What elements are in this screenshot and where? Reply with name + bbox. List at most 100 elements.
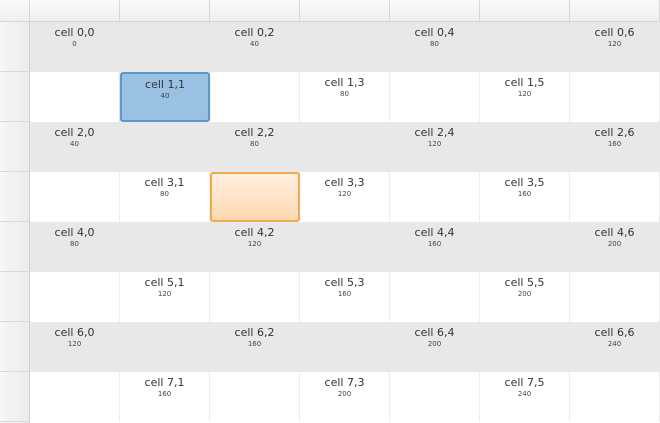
grid-cell-0-4[interactable]: cell 0,4 80 [390, 22, 480, 72]
grid-row-2: cell 2,0 40 cell 2,2 80 cell 2,4 120 cell 2,6 1… [30, 122, 660, 172]
cell-title: cell 2,0 [54, 126, 95, 139]
grid-cell-4-6[interactable]: cell 4,6 200 [570, 222, 660, 272]
grid-cell-0-3[interactable] [300, 22, 390, 72]
grid-cell-3-0[interactable] [30, 172, 120, 222]
grid-cell-4-3[interactable] [300, 222, 390, 272]
cell-title: cell 4,2 [234, 226, 275, 239]
grid-cell-5-6[interactable] [570, 272, 660, 322]
grid-cell-1-6[interactable] [570, 72, 660, 122]
grid-cell-7-5[interactable]: cell 7,5 240 [480, 372, 570, 422]
column-header-0[interactable] [30, 0, 120, 21]
grid-cell-2-1[interactable] [120, 122, 210, 172]
grid-cell-5-5[interactable]: cell 5,5 200 [480, 272, 570, 322]
cell-value: 120 [67, 340, 82, 348]
row-header-4[interactable] [0, 222, 29, 272]
cell-value: 40 [160, 92, 170, 100]
selected-grid-cell-1-1[interactable]: cell 1,1 40 [120, 72, 210, 122]
grid-cell-2-5[interactable] [480, 122, 570, 172]
corner-header [0, 0, 30, 21]
grid-cell-5-1[interactable]: cell 5,1 120 [120, 272, 210, 322]
grid-cell-6-4[interactable]: cell 6,4 200 [390, 322, 480, 372]
grid-cell-1-0[interactable] [30, 72, 120, 122]
grid-cell-6-5[interactable] [480, 322, 570, 372]
grid-cell-1-4[interactable] [390, 72, 480, 122]
row-header-1[interactable] [0, 72, 29, 122]
grid-cell-5-0[interactable] [30, 272, 120, 322]
cell-title: cell 2,2 [234, 126, 275, 139]
grid-cell-7-2[interactable] [210, 372, 300, 422]
grid-cell-2-4[interactable]: cell 2,4 120 [390, 122, 480, 172]
grid-cell-5-3[interactable]: cell 5,3 160 [300, 272, 390, 322]
grid-cell-3-3[interactable]: cell 3,3 120 [300, 172, 390, 222]
cell-value: 120 [247, 240, 262, 248]
grid-cell-0-6[interactable]: cell 0,6 120 [570, 22, 660, 72]
grid-cell-5-4[interactable] [390, 272, 480, 322]
grid-cell-2-2[interactable]: cell 2,2 80 [210, 122, 300, 172]
row-header-6[interactable] [0, 322, 29, 372]
row-header-0[interactable] [0, 22, 29, 72]
grid-cell-5-2[interactable] [210, 272, 300, 322]
row-header-gutter [0, 22, 30, 423]
grid-cell-7-0[interactable] [30, 372, 120, 422]
cell-title: cell 3,1 [144, 176, 185, 189]
grid-cell-6-6[interactable]: cell 6,6 240 [570, 322, 660, 372]
grid-cell-2-0[interactable]: cell 2,0 40 [30, 122, 120, 172]
row-header-3[interactable] [0, 172, 29, 222]
cell-title: cell 7,1 [144, 376, 185, 389]
grid-cell-3-5[interactable]: cell 3,5 160 [480, 172, 570, 222]
grid-cell-7-4[interactable] [390, 372, 480, 422]
grid-cell-7-1[interactable]: cell 7,1 160 [120, 372, 210, 422]
cell-value: 160 [157, 390, 172, 398]
column-header-5[interactable] [480, 0, 570, 21]
cell-value: 200 [337, 390, 352, 398]
grid-cell-3-1[interactable]: cell 3,1 80 [120, 172, 210, 222]
grid-cell-4-2[interactable]: cell 4,2 120 [210, 222, 300, 272]
grid-cell-1-2[interactable] [210, 72, 300, 122]
grid-cell-4-1[interactable] [120, 222, 210, 272]
grid-row-0: cell 0,0 0 cell 0,2 40 cell 0,4 80 cell 0,6 120 [30, 22, 660, 72]
grid-cell-3-6[interactable] [570, 172, 660, 222]
cell-title: cell 0,0 [54, 26, 95, 39]
cell-value: 40 [70, 140, 79, 148]
cell-title: cell 0,4 [414, 26, 455, 39]
grid-cell-0-1[interactable] [120, 22, 210, 72]
row-header-7[interactable] [0, 372, 29, 422]
cell-value: 80 [340, 90, 349, 98]
highlighted-grid-cell-3-2[interactable] [210, 172, 300, 222]
grid-cell-6-0[interactable]: cell 6,0 120 [30, 322, 120, 372]
grid-cell-4-5[interactable] [480, 222, 570, 272]
grid-cell-6-2[interactable]: cell 6,2 160 [210, 322, 300, 372]
grid-cell-2-6[interactable]: cell 2,6 160 [570, 122, 660, 172]
column-header-2[interactable] [210, 0, 300, 21]
grid-cell-4-4[interactable]: cell 4,4 160 [390, 222, 480, 272]
grid-cell-7-3[interactable]: cell 7,3 200 [300, 372, 390, 422]
grid-row-1: cell 1,1 40 cell 1,3 80 cell 1,5 120 [30, 72, 660, 122]
row-header-5[interactable] [0, 272, 29, 322]
grid-cell-0-5[interactable] [480, 22, 570, 72]
cell-title: cell 6,2 [234, 326, 275, 339]
grid-row-5: cell 5,1 120 cell 5,3 160 cell 5,5 200 [30, 272, 660, 322]
cell-title: cell 6,4 [414, 326, 455, 339]
grid-cell-1-5[interactable]: cell 1,5 120 [480, 72, 570, 122]
row-header-2[interactable] [0, 122, 29, 172]
cell-value: 80 [160, 190, 169, 198]
column-header-4[interactable] [390, 0, 480, 21]
grid-cell-1-3[interactable]: cell 1,3 80 [300, 72, 390, 122]
column-header-6[interactable] [570, 0, 660, 21]
grid-row-7: cell 7,1 160 cell 7,3 200 cell 7,5 240 [30, 372, 660, 422]
column-header-3[interactable] [300, 0, 390, 21]
cell-title: cell 6,6 [594, 326, 635, 339]
column-header-1[interactable] [120, 0, 210, 21]
grid-cell-6-1[interactable] [120, 322, 210, 372]
grid-cell-0-2[interactable]: cell 0,2 40 [210, 22, 300, 72]
grid-cell-4-0[interactable]: cell 4,0 80 [30, 222, 120, 272]
cell-value: 0 [72, 40, 77, 48]
grid-cell-6-3[interactable] [300, 322, 390, 372]
cell-title: cell 5,3 [324, 276, 365, 289]
grid-view: cell 0,0 0 cell 0,2 40 cell 0,4 80 cell 0,6 120… [0, 0, 660, 423]
grid-cell-2-3[interactable] [300, 122, 390, 172]
cell-value: 200 [427, 340, 442, 348]
grid-cell-0-0[interactable]: cell 0,0 0 [30, 22, 120, 72]
grid-cell-3-4[interactable] [390, 172, 480, 222]
grid-cell-7-6[interactable] [570, 372, 660, 422]
